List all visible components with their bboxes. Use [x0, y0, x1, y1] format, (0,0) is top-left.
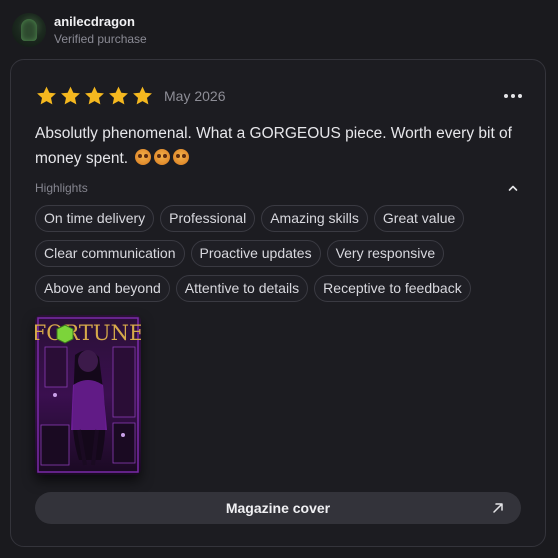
cover-title: FORTUNE [35, 321, 141, 345]
star-icon [109, 86, 128, 105]
highlight-chip: Very responsive [326, 240, 445, 267]
verified-purchase-label: Verified purchase [54, 31, 147, 46]
star-icon [133, 86, 152, 105]
highlight-chip: Great value [373, 205, 465, 232]
reviewer-meta: anilecdragon Verified purchase [54, 14, 147, 47]
emoji-group [132, 149, 190, 167]
highlight-chip-row: On time delivery Professional Amazing skil… [35, 205, 529, 232]
highlight-chip: Professional [160, 205, 256, 232]
highlight-chip: Above and beyond [35, 275, 170, 302]
star-icon [85, 86, 104, 105]
highlight-chips: On time delivery Professional Amazing skil… [35, 205, 529, 310]
star-icon [37, 86, 56, 105]
star-rating [35, 85, 155, 107]
magazine-cover-image: FORTUNE [35, 315, 141, 475]
more-options-icon[interactable] [501, 87, 525, 105]
magazine-cover-button[interactable]: Magazine cover [35, 492, 521, 524]
star-icon [61, 86, 80, 105]
magazine-cover-label: Magazine cover [225, 500, 331, 516]
star-struck-emoji [154, 149, 171, 165]
reviewer-username[interactable]: anilecdragon [54, 14, 147, 30]
arrow-up-right-icon [493, 503, 503, 513]
highlight-chip-row: Clear communication Proactive updates Very… [35, 240, 529, 267]
highlight-chip: Proactive updates [190, 240, 321, 267]
review-card: May 2026 Absolutly phenomenal. What a GO… [10, 59, 546, 547]
highlight-chip: On time delivery [35, 205, 155, 232]
highlight-chip: Attentive to details [175, 275, 309, 302]
avatar[interactable] [12, 13, 46, 47]
highlights-title: Highlights [35, 181, 88, 195]
review-date: May 2026 [164, 88, 226, 104]
highlight-chip-row: Above and beyond Attentive to details Rece… [35, 275, 529, 302]
review-body: Absolutly phenomenal. What a GORGEOUS pi… [35, 125, 512, 167]
reviewer-header: anilecdragon Verified purchase [12, 10, 147, 50]
rating-row: May 2026 [35, 84, 225, 108]
highlights-header[interactable]: Highlights [35, 180, 519, 196]
highlight-chip: Clear communication [35, 240, 185, 267]
chevron-up-icon[interactable] [507, 182, 519, 194]
highlight-chip: Amazing skills [261, 205, 368, 232]
review-text: Absolutly phenomenal. What a GORGEOUS pi… [35, 121, 525, 171]
star-struck-emoji [173, 149, 190, 165]
highlight-chip: Receptive to feedback [314, 275, 471, 302]
magazine-cover-thumbnail[interactable]: FORTUNE [35, 315, 141, 475]
star-struck-emoji [135, 149, 152, 165]
